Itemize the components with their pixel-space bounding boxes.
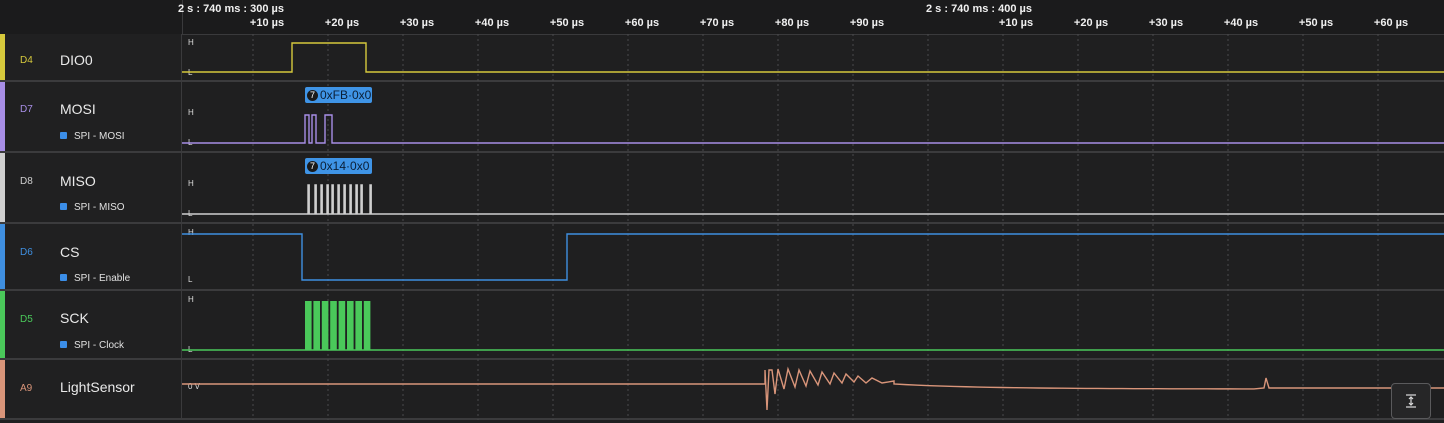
time-grid [252,34,1379,420]
analyzer-color-icon [60,132,67,139]
analyzer-label[interactable]: SPI - MOSI [60,131,125,142]
analyzer-label[interactable]: SPI - Clock [60,340,124,351]
sck-clock-pulse [321,301,329,350]
decoded-value: 0x14·0x0 [320,159,370,173]
time-tick-label: +20 µs [324,17,360,29]
channel-color-strip [0,224,5,289]
dio0-trace [182,42,1444,73]
dio0-high-label: H [188,38,194,47]
sck-clock-pulse [363,301,371,350]
cs-low-label: L [188,275,193,284]
channel-color-strip [0,82,5,151]
sck-clock-pulse [330,301,337,350]
miso-decoded-frame[interactable]: 7 0x14·0x0 [305,158,372,174]
time-tick-label: +10 µs [249,17,285,29]
analyzer-label[interactable]: SPI - Enable [60,273,130,284]
absolute-time-left: 2 s : 740 ms : 300 µs [178,3,285,15]
miso-high-label: H [188,179,194,188]
channel-id: D8 [20,176,33,187]
channel-name[interactable]: DIO0 [60,52,93,68]
channel-name[interactable]: MISO [60,173,96,189]
channel-name[interactable]: CS [60,244,79,260]
analyzer-name: SPI - Enable [74,273,131,284]
channel-id: D4 [20,55,33,66]
sck-high-label: H [188,295,194,304]
sck-clock-pulse [338,301,346,350]
frame-count-badge: 7 [307,161,318,172]
channel-header[interactable]: D5 SCK SPI - Clock [0,291,182,358]
sck-clock-pulse [313,301,320,350]
channel-id: D7 [20,104,33,115]
analyzer-label[interactable]: SPI - MISO [60,202,125,213]
miso-trace [182,184,1444,215]
analyzer-name: SPI - Clock [74,340,125,351]
channel-header[interactable]: D6 CS SPI - Enable [0,224,182,289]
time-tick-label: +60 µs [1373,17,1409,29]
time-tick-label: +10 µs [998,17,1034,29]
sck-clock-pulse [347,301,354,350]
scroll-to-bottom-icon [1406,394,1416,408]
decoded-value: 0xFB·0x0 [320,88,372,102]
mosi-trace [182,114,1444,144]
channel-id: A9 [20,383,33,394]
absolute-time-right: 2 s : 740 ms : 400 µs [926,3,1033,15]
channel-color-strip [0,34,5,80]
analyzer-name: SPI - MOSI [74,131,125,142]
time-ruler[interactable]: 2 s : 740 ms : 300 µs 2 s : 740 ms : 400… [0,0,1444,35]
channel-color-strip [0,153,5,222]
channel-header[interactable]: D8 MISO SPI - MISO [0,153,182,222]
time-tick-label: +90 µs [849,17,885,29]
lightsensor-trace [182,366,1444,411]
analyzer-name: SPI - MISO [74,202,125,213]
analyzer-color-icon [60,341,67,348]
mosi-decoded-frame[interactable]: 7 0xFB·0x0 [305,87,372,103]
analyzer-color-icon [60,274,67,281]
mosi-high-label: H [188,108,194,117]
time-tick-label: +80 µs [774,17,810,29]
frame-count-badge: 7 [307,90,318,101]
channel-id: D5 [20,314,33,325]
time-tick-label: +40 µs [474,17,510,29]
time-tick-label: +40 µs [1223,17,1259,29]
time-tick-label: +30 µs [1148,17,1184,29]
channel-name[interactable]: SCK [60,310,89,326]
time-tick-label: +50 µs [549,17,585,29]
time-tick-label: +50 µs [1298,17,1334,29]
channel-color-strip [0,360,5,418]
channel-name[interactable]: MOSI [60,101,96,117]
channel-name[interactable]: LightSensor [60,379,135,395]
channel-color-strip [0,291,5,358]
time-tick-label: +30 µs [399,17,435,29]
time-tick-label: +20 µs [1073,17,1109,29]
channel-id: D6 [20,247,33,258]
cs-high-label: H [188,228,194,237]
time-ruler-corner [0,0,183,34]
sck-clock-pulse [355,301,362,350]
sck-clock-pulse [305,301,312,350]
time-tick-label: +70 µs [699,17,735,29]
scroll-to-bottom-button[interactable] [1391,383,1431,419]
channel-header[interactable]: A9 LightSensor [0,360,182,418]
channel-header[interactable]: D7 MOSI SPI - MOSI [0,82,182,151]
analyzer-color-icon [60,203,67,210]
time-tick-label: +60 µs [624,17,660,29]
cs-trace [182,233,1444,281]
channel-header[interactable]: D4 DIO0 [0,34,182,80]
